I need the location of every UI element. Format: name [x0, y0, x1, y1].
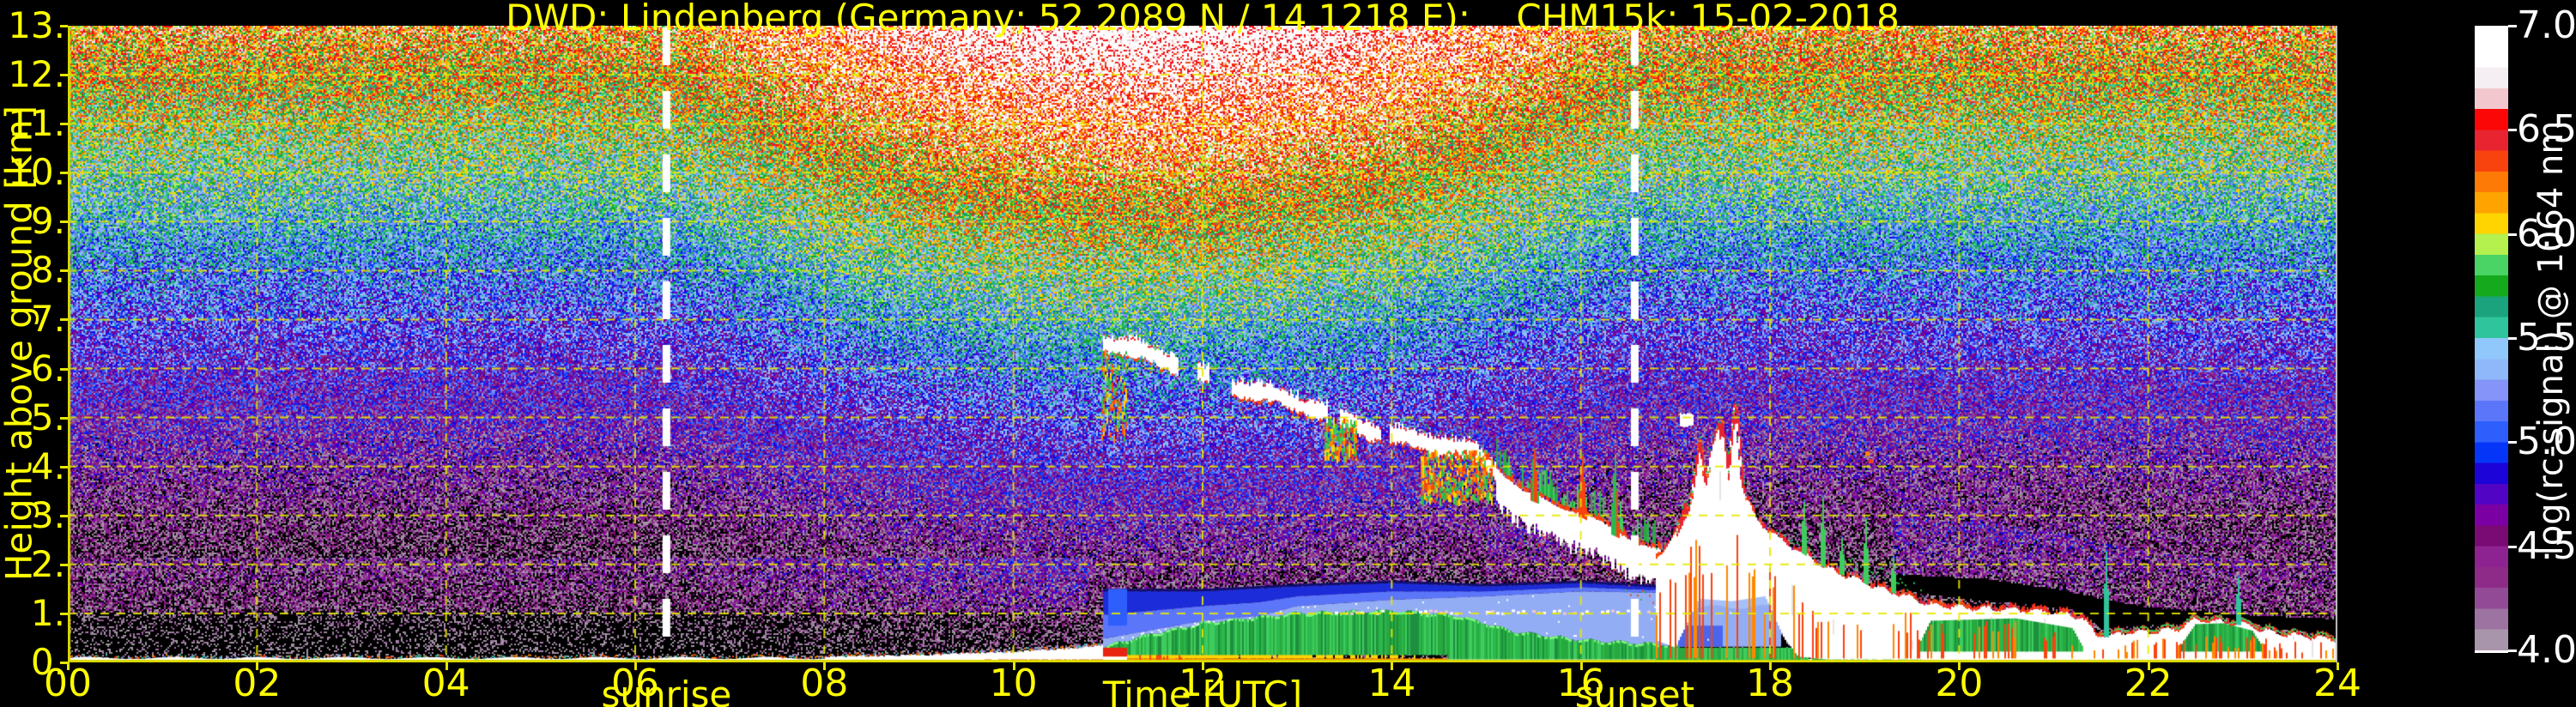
x-tick-label: 20: [1935, 662, 1984, 705]
y-tick-mark: [60, 662, 68, 664]
x-tick-label: 06: [611, 662, 659, 705]
y-tick-mark: [60, 318, 68, 322]
x-tick-label: 24: [2313, 662, 2361, 705]
y-tick-mark: [60, 172, 68, 175]
x-tick-mark: [2337, 662, 2339, 670]
y-tick-label: 3.: [30, 493, 65, 536]
y-tick-mark: [60, 269, 68, 273]
y-tick-mark: [60, 367, 68, 371]
colorbar-tick-mark: [2508, 337, 2517, 340]
x-tick-mark: [1958, 662, 1961, 670]
y-tick-label: 13.: [8, 4, 65, 46]
x-tick-mark: [445, 662, 448, 670]
x-tick-mark: [1579, 662, 1583, 670]
x-tick-mark: [1391, 662, 1394, 670]
colorbar-label: log(rc-signal) @ 1064 nm: [2531, 120, 2571, 556]
y-tick-label: 8.: [30, 249, 65, 292]
colorbar-tick-mark: [2508, 233, 2517, 236]
colorbar: [2475, 26, 2508, 653]
y-tick-label: 6.: [30, 347, 65, 390]
x-tick-mark: [1769, 662, 1772, 670]
y-tick-label: 1.: [30, 591, 65, 634]
x-tick-label: 16: [1556, 662, 1605, 705]
y-tick-mark: [60, 612, 68, 615]
colorbar-tick-label: 7.0: [2517, 3, 2576, 47]
x-tick-label: 02: [233, 662, 282, 705]
y-tick-mark: [60, 465, 68, 468]
colorbar-tick-mark: [2508, 25, 2517, 27]
colorbar-tick-mark: [2508, 650, 2517, 652]
y-tick-mark: [60, 514, 68, 517]
y-tick-mark: [60, 25, 68, 27]
x-tick-mark: [2147, 662, 2150, 670]
x-tick-mark: [1202, 662, 1204, 670]
y-tick-label: 10.: [8, 151, 65, 194]
x-tick-label: 08: [800, 662, 849, 705]
x-tick-label: 10: [989, 662, 1038, 705]
y-tick-mark: [60, 74, 68, 77]
page-title: DWD: Lindenberg (Germany; 52.2089 N / 14…: [506, 0, 1900, 39]
y-tick-label: 4.: [30, 444, 65, 487]
y-tick-mark: [60, 123, 68, 126]
y-tick-mark: [60, 221, 68, 224]
y-tick-label: 7.: [30, 298, 65, 341]
x-tick-mark: [823, 662, 827, 670]
x-tick-mark: [256, 662, 259, 670]
x-tick-label: 04: [421, 662, 470, 705]
x-tick-label: 12: [1179, 662, 1227, 705]
y-tick-label: 2.: [30, 542, 65, 585]
y-tick-label: 5.: [30, 396, 65, 438]
x-tick-mark: [634, 662, 637, 670]
colorbar-tick-mark: [2508, 441, 2517, 444]
y-tick-mark: [60, 563, 68, 566]
y-tick-label: 9.: [30, 200, 65, 243]
x-tick-label: 22: [2124, 662, 2173, 705]
y-tick-label: 11.: [8, 102, 65, 145]
colorbar-tick-label: 4.0: [2517, 628, 2576, 672]
colorbar-tick-mark: [2508, 129, 2517, 132]
y-tick-label: 12.: [8, 53, 65, 96]
y-tick-label: 0.: [30, 641, 65, 683]
colorbar-tick-mark: [2508, 545, 2517, 548]
x-tick-label: 18: [1746, 662, 1794, 705]
figure: DWD: Lindenberg (Germany; 52.2089 N / 14…: [0, 0, 2576, 707]
x-tick-label: 14: [1367, 662, 1416, 705]
x-tick-mark: [1012, 662, 1015, 670]
y-tick-mark: [60, 416, 68, 420]
heatmap-plot-canvas: [68, 26, 2337, 662]
